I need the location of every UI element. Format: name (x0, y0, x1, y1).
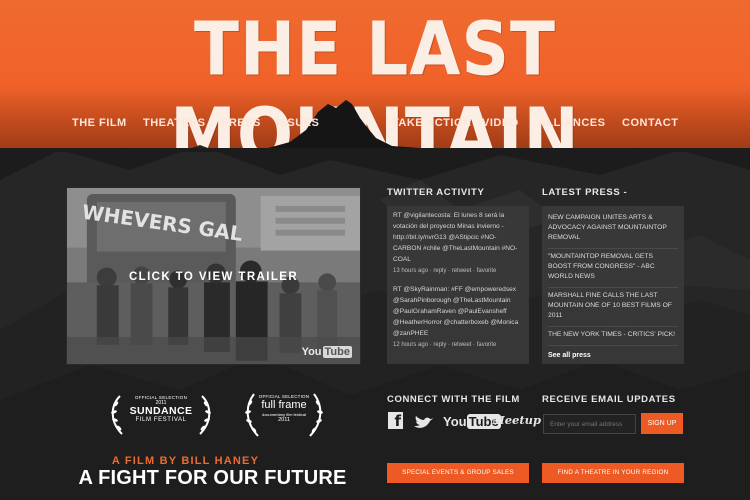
tweet-text[interactable]: RT @vigilantecosta: El lunes 8 será la v… (393, 212, 504, 230)
twitter-bird-icon[interactable] (412, 413, 434, 435)
facebook-icon[interactable]: f (388, 412, 404, 434)
nav-issues[interactable]: ISSUES (276, 117, 319, 129)
email-field[interactable] (543, 414, 636, 434)
see-all-press-link[interactable]: See all press (548, 352, 591, 359)
sundance-name: SUNDANCE (129, 405, 193, 417)
press-list: NEW CAMPAIGN UNITES ARTS & ADVOCACY AGAI… (542, 206, 684, 364)
email-heading: RECEIVE EMAIL UPDATES (542, 394, 676, 405)
nav-press[interactable]: PRESS (221, 117, 261, 129)
trailer-youtube-prefix: You (301, 346, 322, 358)
tweet-text-more[interactable]: http://bit.ly/nvrG13 @AStipcic #NO-CARBO… (393, 234, 517, 263)
nav-theatres[interactable]: THEATRES (143, 117, 205, 129)
nav-video[interactable]: VIDEO (482, 117, 519, 129)
film-tagline: A FIGHT FOR OUR FUTURE (78, 467, 347, 489)
meetup-icon[interactable]: Meetup (492, 413, 541, 435)
fullframe-name: full frame (261, 399, 307, 411)
sundance-sub: FILM FESTIVAL (135, 417, 187, 423)
facebook-label: f (388, 412, 403, 430)
nav-the-film[interactable]: THE FILM (72, 117, 127, 129)
tweet-text-more[interactable]: @HeatherHorror @chatterboxeb @Monica @za… (393, 319, 518, 337)
twitter-feed: RT @vigilantecosta: El lunes 8 será la v… (387, 206, 529, 364)
tweet-item: RT @vigilantecosta: El lunes 8 será la v… (393, 210, 523, 277)
youtube-logo-icon: You Tube (302, 346, 352, 358)
trailer-youtube-suffix: Tube (322, 346, 352, 358)
fullframe-laurel: OFFICIAL SELECTION full frame documentar… (252, 394, 316, 423)
press-heading: LATEST PRESS - (542, 187, 628, 198)
special-events-button[interactable]: SPECIAL EVENTS & GROUP SALES (387, 463, 529, 483)
tweet-item: RT @SkyRainman: #FF @empoweredsex @Sarah… (393, 284, 523, 351)
nav-contact[interactable]: CONTACT (622, 117, 678, 129)
tweet-meta[interactable]: 12 hours ago · reply · retweet · favorit… (393, 342, 496, 348)
trailer-video[interactable]: WHEVERS GAL CLICK TO VIEW TRAILER You Tub… (66, 187, 361, 365)
film-credit: A FILM BY BILL HANEY (111, 455, 260, 467)
connect-youtube-prefix: You (443, 414, 467, 429)
nav-alliances[interactable]: ALLIANCES (538, 117, 605, 129)
main-nav: THE FILM THEATRES PRESS ISSUES TAKE ACTI… (0, 117, 750, 131)
signup-button[interactable]: SIGN UP (641, 413, 683, 434)
press-item[interactable]: THE NEW YORK TIMES - CRITICS' PICK! (548, 327, 678, 346)
meetup-label: Meetup (492, 413, 542, 427)
trailer-label[interactable]: CLICK TO VIEW TRAILER (67, 271, 360, 283)
press-item[interactable]: MARSHALL FINE CALLS THE LAST MOUNTAIN ON… (548, 288, 678, 327)
sundance-laurel: OFFICIAL SELECTION 2011 SUNDANCE FILM FE… (116, 395, 206, 423)
tweet-meta[interactable]: 13 hours ago · reply · retweet · favorit… (393, 268, 496, 274)
fullframe-year: 2011 (278, 417, 290, 423)
tweet-text[interactable]: RT @SkyRainman: #FF @empoweredsex @Sarah… (393, 286, 516, 315)
connect-heading: CONNECT WITH THE FILM (387, 394, 520, 405)
press-item[interactable]: NEW CAMPAIGN UNITES ARTS & ADVOCACY AGAI… (548, 210, 678, 249)
find-theatre-button[interactable]: FIND A THEATRE IN YOUR REGION (542, 463, 684, 483)
twitter-heading: TWITTER ACTIVITY (387, 187, 485, 198)
press-item[interactable]: "MOUNTAINTOP REMOVAL GETS BOOST FROM CON… (548, 249, 678, 288)
nav-take-action[interactable]: TAKE ACTION (392, 117, 471, 129)
